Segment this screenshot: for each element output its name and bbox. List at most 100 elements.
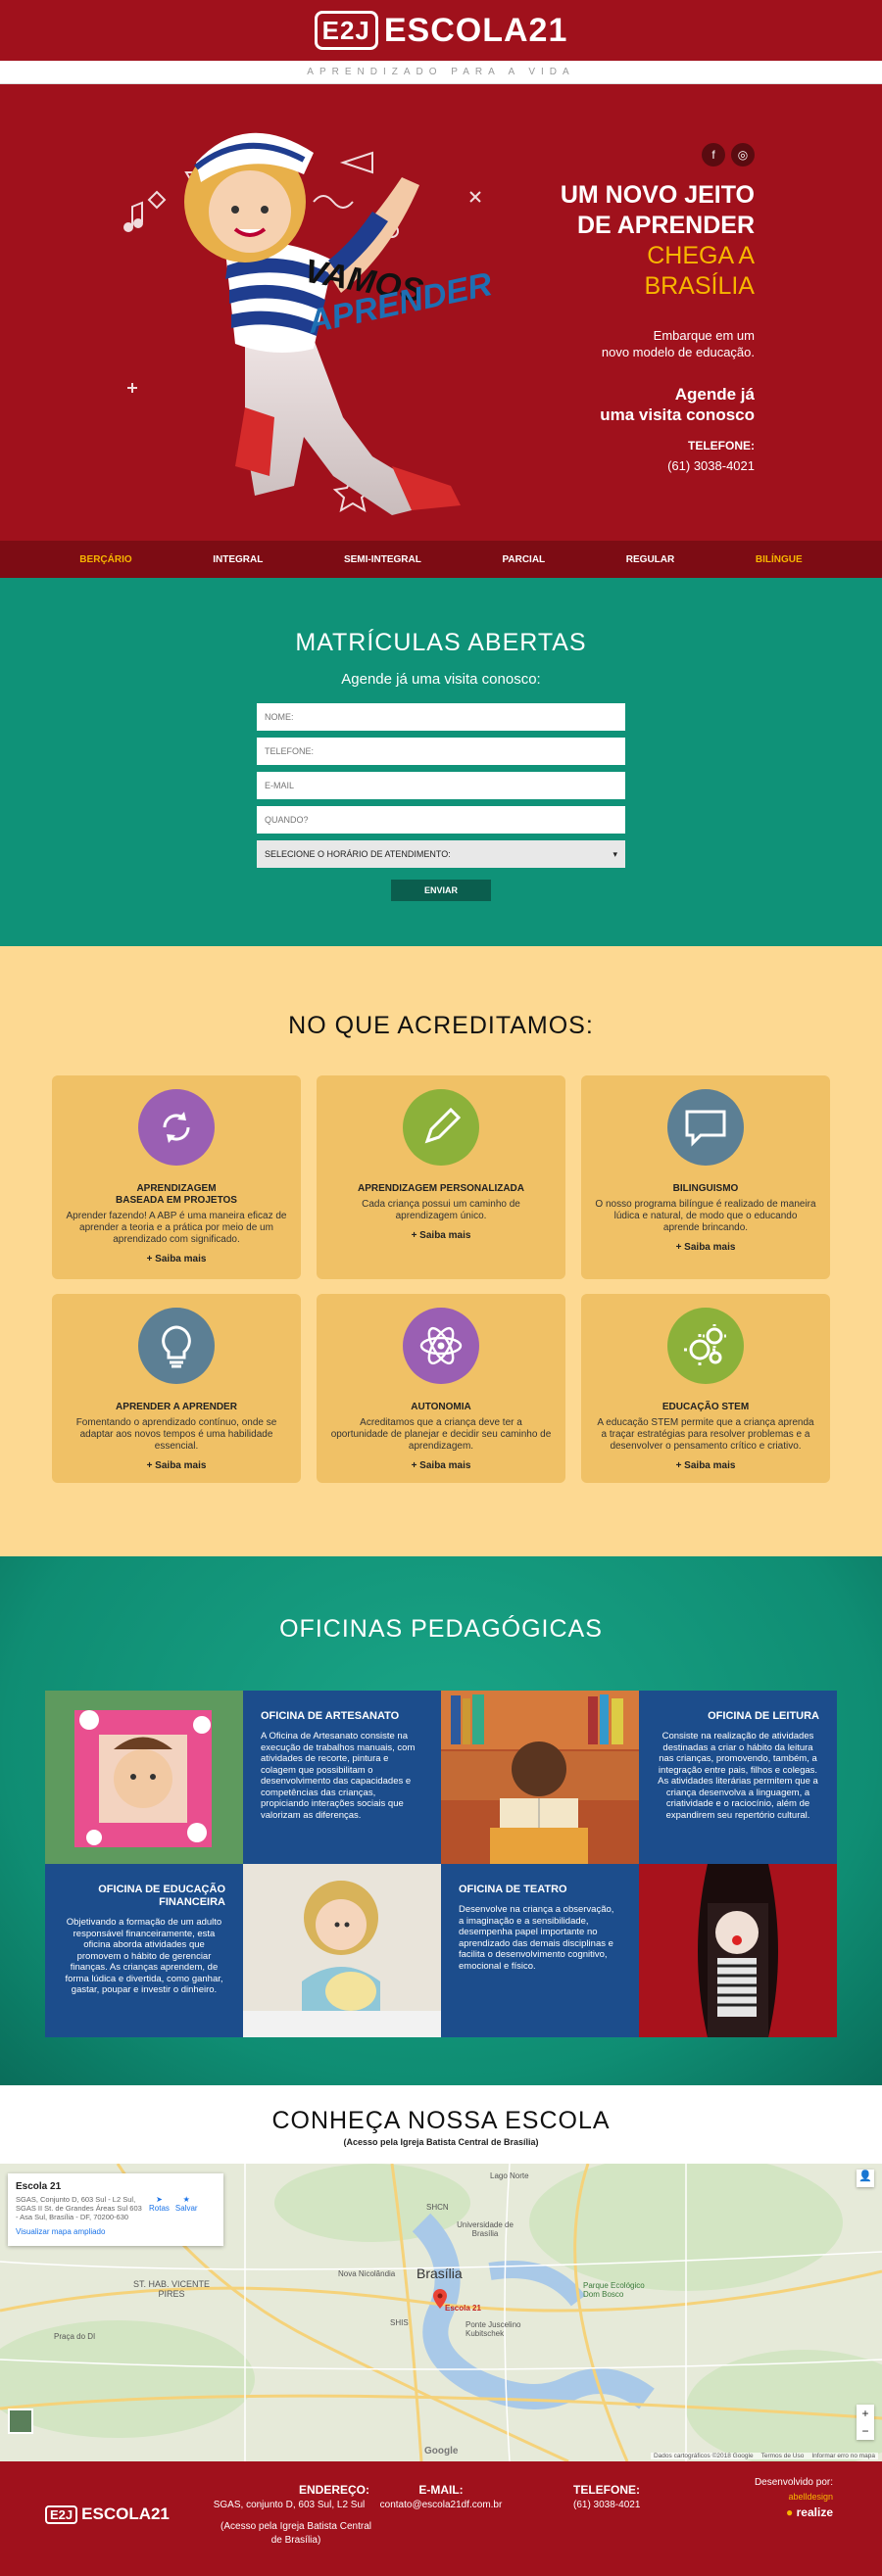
belief-card: AUTONOMIA Acreditamos que a criança deve… [317, 1294, 565, 1483]
workshops-title: OFICINAS PEDAGÓGICAS [279, 1615, 603, 1643]
footer-logo-text: ESCOLA21 [81, 2504, 170, 2523]
footer-logo[interactable]: E2J ESCOLA21 [45, 2504, 170, 2524]
map-label-vicente-pires: ST. HAB. VICENTE PIRES [132, 2279, 211, 2299]
nav-item-bercario[interactable]: BERÇÁRIO [79, 554, 131, 565]
hero-content: f ◎ UM NOVO JEITO DE APRENDER CHEGA A BR… [402, 143, 755, 473]
read-more-link[interactable]: + Saiba mais [595, 1460, 816, 1471]
email-field[interactable] [257, 772, 625, 799]
logo[interactable]: E2J ESCOLA21 [314, 11, 568, 50]
belief-card: APRENDER A APRENDER Fomentando o aprendi… [52, 1294, 301, 1483]
cycle-icon [138, 1089, 215, 1166]
google-map[interactable]: Escola 21 SGAS, Conjunto D, 603 Sul - L2… [0, 2164, 882, 2461]
save-button[interactable]: ★ Salvar [175, 2195, 198, 2221]
footer-phone: TELEFONE: (61) 3038-4021 [573, 2483, 652, 2512]
directions-icon: ➤ [156, 2195, 163, 2204]
read-more-link[interactable]: + Saiba mais [330, 1230, 552, 1241]
map-label-shcn: SHCN [426, 2203, 449, 2212]
read-more-link[interactable]: + Saiba mais [66, 1460, 287, 1471]
map-terms-link[interactable]: Termos de Uso [761, 2453, 805, 2459]
workshop-title: OFICINA DE LEITURA [708, 1710, 819, 1722]
footer-phone-label: TELEFONE: [573, 2483, 640, 2497]
workshop-title-line2: FINANCEIRA [159, 1896, 225, 1908]
read-more-link[interactable]: + Saiba mais [595, 1242, 816, 1253]
directions-label: Rotas [149, 2204, 170, 2213]
pencil-icon [403, 1089, 479, 1166]
hero-title-line2: DE APRENDER [576, 212, 755, 239]
schedule-select[interactable]: SELECIONE O HORÁRIO DE ATENDIMENTO: ▾ [257, 840, 625, 868]
footer-email-text[interactable]: contato@escola21df.com.br [377, 2499, 505, 2512]
workshop-finance-card: OFICINA DE EDUCAÇÃO FINANCEIRA Objetivand… [45, 1864, 243, 2037]
belief-title-line1: APRENDIZAGEM [136, 1183, 217, 1194]
location-heading: CONHEÇA NOSSA ESCOLA (Acesso pela Igreja… [0, 2085, 882, 2164]
map-attribution: Dados cartográficos ©2018 Google Termos … [650, 2453, 878, 2459]
footer-phone-text[interactable]: (61) 3038-4021 [573, 2499, 652, 2512]
satellite-toggle[interactable] [8, 2409, 33, 2434]
belief-text: Aprender fazendo! A ABP é uma maneira ef… [66, 1211, 287, 1245]
hero-tel-label: TELEFONE: [688, 439, 755, 453]
belief-title-line2: BASEADA EM PROJETOS [116, 1195, 237, 1206]
workshop-reading-card: OFICINA DE LEITURA Consiste na realizaçã… [639, 1691, 837, 1864]
zoom-in-button[interactable]: + [857, 2405, 874, 2422]
belief-title: BILINGUISMO [672, 1183, 739, 1194]
map-data-credit: Dados cartográficos ©2018 Google [653, 2453, 754, 2459]
map-place-name: Escola 21 [16, 2181, 62, 2192]
workshop-crafts-card: OFICINA DE ARTESANATO A Oficina de Artes… [243, 1691, 441, 1864]
workshop-title: OFICINA DE ARTESANATO [261, 1710, 400, 1722]
lightbulb-icon [138, 1308, 215, 1384]
nav-item-semi-integral[interactable]: SEMI-INTEGRAL [344, 554, 421, 565]
map-report-link[interactable]: Informar erro no mapa [811, 2453, 875, 2459]
belief-card: APRENDIZAGEM BASEADA EM PROJETOS Aprender… [52, 1075, 301, 1279]
nav-item-integral[interactable]: INTEGRAL [213, 554, 263, 565]
enrollment-section: MATRÍCULAS ABERTAS Agende já uma visita … [0, 578, 882, 946]
enrollment-form: SELECIONE O HORÁRIO DE ATENDIMENTO: ▾ ENV… [257, 703, 625, 901]
dropdown-arrow-icon: ▾ [612, 848, 617, 859]
zoom-out-button[interactable]: − [857, 2422, 874, 2440]
read-more-link[interactable]: + Saiba mais [66, 1254, 287, 1264]
belief-text: Cada criança possui um caminho de aprend… [362, 1199, 520, 1221]
map-label-nova-nicolandia: Nova Nicolândia [338, 2269, 396, 2278]
facebook-icon[interactable]: f [702, 143, 725, 167]
beliefs-title: NO QUE ACREDITAMOS: [288, 1012, 594, 1039]
footer-email: E-MAIL: contato@escola21df.com.br [377, 2483, 505, 2512]
crafts-photo [45, 1691, 243, 1864]
phone-field[interactable] [257, 738, 625, 765]
star-icon: ★ [182, 2195, 190, 2204]
realize-logo[interactable]: ● realize [755, 2505, 833, 2519]
directions-button[interactable]: ➤ Rotas [149, 2195, 170, 2221]
belief-title: EDUCAÇÃO STEM [662, 1402, 750, 1412]
workshops-section: OFICINAS PEDAGÓGICAS OFICINA DE ARTESANA… [0, 1556, 882, 2085]
larger-map-link[interactable]: Visualizar mapa ampliado [16, 2227, 216, 2236]
enrollment-subtitle: Agende já uma visita conosco: [341, 671, 541, 688]
nav-item-bilingue[interactable]: BILÍNGUE [756, 554, 803, 565]
nav-item-parcial[interactable]: PARCIAL [502, 554, 545, 565]
hero-title-line1: UM NOVO JEITO [560, 181, 755, 209]
footer-address-label: ENDEREÇO: [298, 2483, 369, 2497]
submit-button[interactable]: ENVIAR [390, 880, 491, 901]
abelldesign-logo[interactable]: abelldesign [755, 2492, 833, 2502]
beliefs-section: NO QUE ACREDITAMOS: APRENDIZAGEM BASEADA … [0, 946, 882, 1556]
read-more-link[interactable]: + Saiba mais [330, 1460, 552, 1471]
theater-photo [639, 1864, 837, 2037]
speech-bubble-icon [667, 1089, 744, 1166]
logo-text: ESCOLA21 [383, 11, 568, 49]
belief-title: AUTONOMIA [411, 1402, 471, 1412]
reading-photo [441, 1691, 639, 1864]
belief-title: APRENDIZAGEM PERSONALIZADA [357, 1183, 524, 1194]
map-info-card: Escola 21 SGAS, Conjunto D, 603 Sul - L2… [8, 2173, 223, 2246]
footer-address: ENDEREÇO: SGAS, conjunto D, 603 Sul, L2 … [201, 2483, 377, 2548]
category-nav: BERÇÁRIO INTEGRAL SEMI-INTEGRAL PARCIAL … [0, 541, 882, 578]
hero-tel[interactable]: (61) 3038-4021 [402, 458, 755, 473]
instagram-icon[interactable]: ◎ [731, 143, 755, 167]
hero-yellow-line2: BRASÍLIA [644, 272, 755, 300]
belief-text: O nosso programa bilíngue é realizado de… [595, 1199, 816, 1233]
google-logo: Google [424, 2446, 459, 2457]
workshop-title: OFICINA DE TEATRO [459, 1884, 567, 1895]
when-field[interactable] [257, 806, 625, 834]
nav-item-regular[interactable]: REGULAR [626, 554, 674, 565]
belief-text: Acreditamos que a criança deve ter a opo… [330, 1417, 552, 1452]
location-subtitle: (Acesso pela Igreja Batista Central de B… [343, 2137, 539, 2147]
name-field[interactable] [257, 703, 625, 731]
pegman-icon[interactable]: 👤 [857, 2170, 874, 2187]
enrollment-title: MATRÍCULAS ABERTAS [295, 629, 587, 656]
workshop-text: A Oficina de Artesanato consiste na exec… [261, 1731, 416, 1821]
